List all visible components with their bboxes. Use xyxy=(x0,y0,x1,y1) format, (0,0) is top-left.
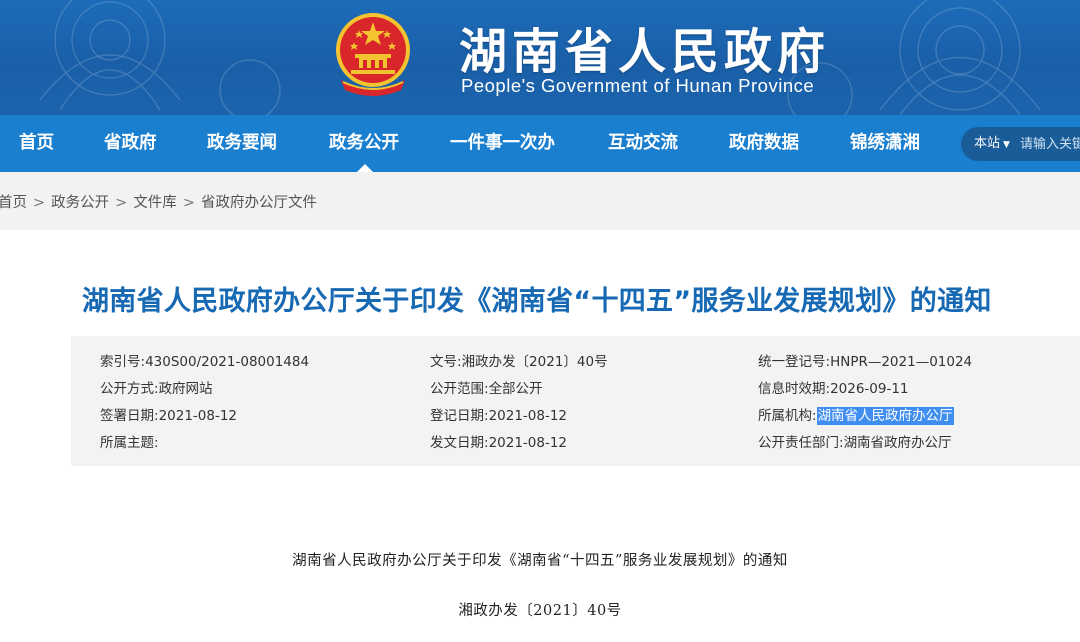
meta-label: 所属主题: xyxy=(100,435,159,451)
meta-register-date: 登记日期:2021-08-12 xyxy=(430,406,567,426)
nav-item-hunan-scenery[interactable]: 锦绣潇湘 xyxy=(850,115,920,172)
national-emblem-icon xyxy=(336,13,410,96)
header-banner: 湖南省人民政府 People's Government of Hunan Pro… xyxy=(0,0,1080,115)
meta-label: 签署日期: xyxy=(100,408,159,424)
meta-valid-until: 信息时效期:2026-09-11 xyxy=(758,379,909,399)
meta-value: 湘政办发〔2021〕40号 xyxy=(461,354,608,370)
meta-value: 湖南省政府办公厅 xyxy=(843,435,952,451)
breadcrumb-separator: > xyxy=(115,195,128,211)
breadcrumb-separator: > xyxy=(33,195,46,211)
meta-label: 公开责任部门: xyxy=(758,435,844,451)
caret-down-icon: ▼ xyxy=(1003,140,1010,150)
breadcrumb-home[interactable]: 首页 xyxy=(0,195,27,211)
meta-issue-date: 发文日期:2021-08-12 xyxy=(430,433,567,453)
nav-item-one-stop[interactable]: 一件事一次办 xyxy=(450,115,555,172)
main-nav: 首页 省政府 政务要闻 政务公开 一件事一次办 互动交流 政府数据 锦绣潇湘 xyxy=(0,115,1080,172)
document-heading: 湖南省人民政府办公厅关于印发《湖南省“十四五”服务业发展规划》的通知 xyxy=(292,553,788,569)
nav-item-gov-data[interactable]: 政府数据 xyxy=(729,115,799,172)
breadcrumb: 首页 > 政务公开 > 文件库 > 省政府办公厅文件 xyxy=(0,191,317,212)
meta-publish-scope: 公开范围:全部公开 xyxy=(430,379,543,399)
breadcrumb-separator: > xyxy=(182,195,195,211)
meta-label: 发文日期: xyxy=(430,435,489,451)
search-scope-select[interactable]: 本站 ▼ xyxy=(974,127,1010,161)
site-subtitle: People's Government of Hunan Province xyxy=(461,75,815,96)
meta-publish-method: 公开方式:政府网站 xyxy=(100,379,213,399)
meta-label: 文号: xyxy=(430,354,462,370)
meta-index-no: 索引号:430S00/2021-08001484 xyxy=(100,352,309,372)
meta-label: 公开范围: xyxy=(430,381,489,397)
meta-topic: 所属主题: xyxy=(100,433,159,453)
meta-label: 统一登记号: xyxy=(758,354,831,370)
article-title: 湖南省人民政府办公厅关于印发《湖南省“十四五”服务业发展规划》的通知 xyxy=(82,286,992,317)
meta-organization: 所属机构:湖南省人民政府办公厅 xyxy=(758,406,954,426)
meta-value: 2021-08-12 xyxy=(488,435,568,451)
breadcrumb-file-library[interactable]: 文件库 xyxy=(133,195,177,211)
nav-item-province-gov[interactable]: 省政府 xyxy=(104,115,157,172)
meta-doc-no: 文号:湘政办发〔2021〕40号 xyxy=(430,352,608,372)
meta-value: 全部公开 xyxy=(488,381,543,397)
meta-reg-no: 统一登记号:HNPR—2021—01024 xyxy=(758,352,972,372)
meta-responsible-dept: 公开责任部门:湖南省政府办公厅 xyxy=(758,433,952,453)
meta-value: 2021-08-12 xyxy=(488,408,568,424)
meta-label: 登记日期: xyxy=(430,408,489,424)
meta-value: HNPR—2021—01024 xyxy=(830,354,973,370)
nav-item-interaction[interactable]: 互动交流 xyxy=(608,115,678,172)
meta-label: 公开方式: xyxy=(100,381,159,397)
meta-value: 2026-09-11 xyxy=(830,381,909,397)
meta-value-selected[interactable]: 湖南省人民政府办公厅 xyxy=(816,407,954,425)
document-number: 湘政办发〔2021〕40号 xyxy=(458,603,622,619)
meta-label: 索引号: xyxy=(100,354,146,370)
active-tab-indicator xyxy=(357,164,373,172)
meta-label: 所属机构: xyxy=(758,408,817,424)
nav-item-home[interactable]: 首页 xyxy=(19,115,54,172)
meta-value: 政府网站 xyxy=(158,381,213,397)
search-input[interactable] xyxy=(1020,131,1080,157)
meta-label: 信息时效期: xyxy=(758,381,831,397)
meta-value: 2021-08-12 xyxy=(158,408,238,424)
meta-value: 430S00/2021-08001484 xyxy=(145,354,310,370)
search-scope-label: 本站 xyxy=(974,136,1001,151)
breadcrumb-office-files[interactable]: 省政府办公厅文件 xyxy=(201,195,317,211)
site-title: 湖南省人民政府 xyxy=(459,24,831,80)
breadcrumb-gov-affairs[interactable]: 政务公开 xyxy=(51,195,109,211)
nav-item-news[interactable]: 政务要闻 xyxy=(207,115,277,172)
meta-sign-date: 签署日期:2021-08-12 xyxy=(100,406,237,426)
